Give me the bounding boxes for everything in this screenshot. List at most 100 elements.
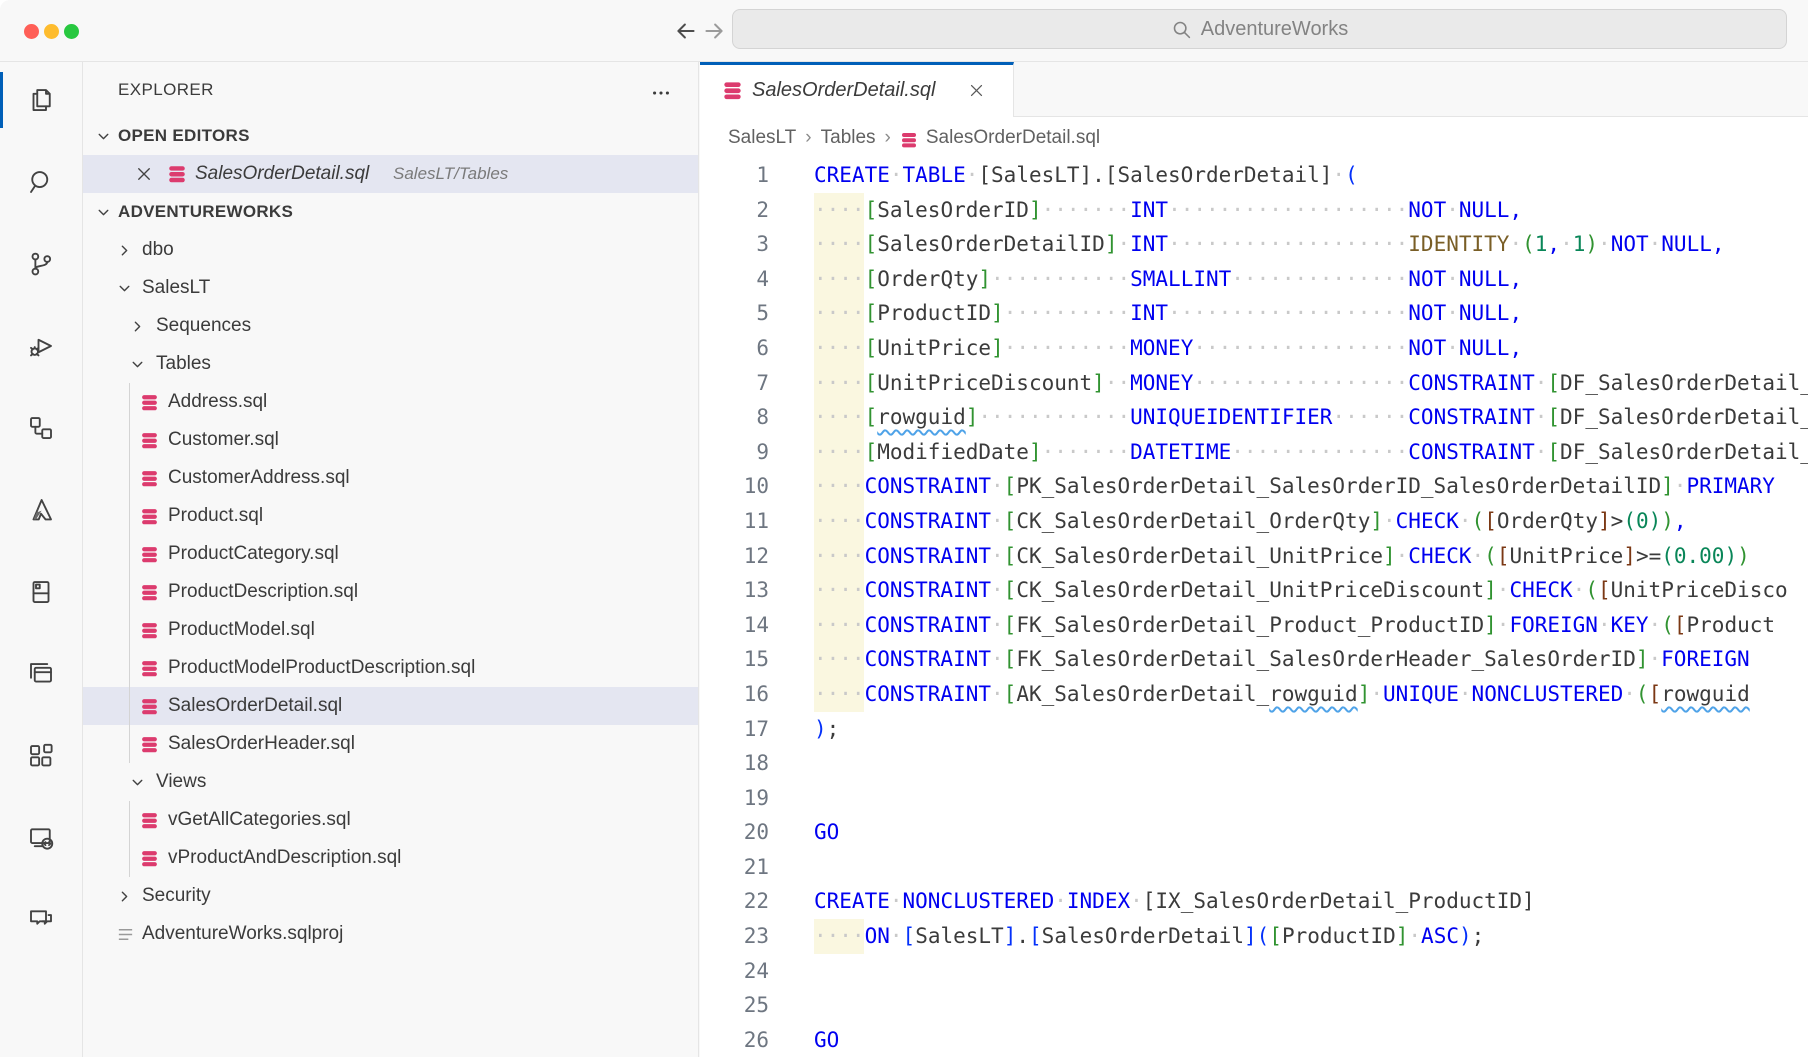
code-line-17[interactable]: 17);	[700, 712, 1808, 747]
code-line-2[interactable]: 2····[SalesOrderID]·······INT···········…	[700, 193, 1808, 228]
line-number[interactable]: 12	[700, 539, 769, 574]
section-workspace[interactable]: ADVENTUREWORKS	[83, 193, 698, 231]
code-line-25[interactable]: 25	[700, 988, 1808, 1023]
line-number[interactable]: 3	[700, 227, 769, 262]
line-number[interactable]: 5	[700, 296, 769, 331]
open-editor-item[interactable]: SalesOrderDetail.sql SalesLT/Tables	[83, 155, 698, 193]
database-projects-icon[interactable]	[0, 560, 82, 624]
line-number[interactable]: 26	[700, 1023, 769, 1057]
line-number[interactable]: 14	[700, 608, 769, 643]
line-number[interactable]: 21	[700, 850, 769, 885]
code-line-4[interactable]: 4····[OrderQty]···········SMALLINT······…	[700, 262, 1808, 297]
tree-item-vproductanddescription-sql[interactable]: vProductAndDescription.sql	[83, 839, 698, 877]
line-number[interactable]: 25	[700, 988, 769, 1023]
line-number[interactable]: 17	[700, 712, 769, 747]
tree-item-productcategory-sql[interactable]: ProductCategory.sql	[83, 535, 698, 573]
chevron-down-icon[interactable]	[116, 280, 133, 303]
tree-item-saleslt[interactable]: SalesLT	[83, 269, 698, 307]
code-line-15[interactable]: 15····CONSTRAINT·[FK_SalesOrderDetail_Sa…	[700, 642, 1808, 677]
line-number[interactable]: 11	[700, 504, 769, 539]
line-number[interactable]: 4	[700, 262, 769, 297]
line-number[interactable]: 2	[700, 193, 769, 228]
breadcrumb-item[interactable]: SalesLT	[728, 127, 796, 149]
tree-item-productmodelproductdescription-sql[interactable]: ProductModelProductDescription.sql	[83, 649, 698, 687]
back-arrow-icon[interactable]	[672, 17, 700, 45]
close-icon[interactable]	[968, 82, 985, 104]
forward-arrow-icon[interactable]	[700, 17, 728, 45]
line-number[interactable]: 10	[700, 469, 769, 504]
chevron-down-icon[interactable]	[129, 774, 146, 797]
query-windows-icon[interactable]	[0, 642, 82, 706]
code-line-23[interactable]: 23····ON·[SalesLT].[SalesOrderDetail]([P…	[700, 919, 1808, 954]
chevron-down-icon[interactable]	[95, 128, 112, 150]
line-number[interactable]: 1	[700, 158, 769, 193]
tree-item-product-sql[interactable]: Product.sql	[83, 497, 698, 535]
section-open-editors[interactable]: OPEN EDITORS	[83, 117, 698, 155]
tree-item-customer-sql[interactable]: Customer.sql	[83, 421, 698, 459]
line-number[interactable]: 22	[700, 884, 769, 919]
code-line-11[interactable]: 11····CONSTRAINT·[CK_SalesOrderDetail_Or…	[700, 504, 1808, 539]
tree-item-adventureworks-sqlproj[interactable]: AdventureWorks.sqlproj	[83, 915, 698, 953]
tree-item-salesorderdetail-sql[interactable]: SalesOrderDetail.sql	[83, 687, 698, 725]
tree-item-views[interactable]: Views	[83, 763, 698, 801]
code-line-16[interactable]: 16····CONSTRAINT·[AK_SalesOrderDetail_ro…	[700, 677, 1808, 712]
connections-icon[interactable]	[0, 396, 82, 460]
extensions-icon[interactable]	[0, 724, 82, 788]
chevron-down-icon[interactable]	[95, 204, 112, 226]
tree-item-dbo[interactable]: dbo	[83, 231, 698, 269]
chevron-right-icon[interactable]	[129, 318, 146, 341]
code-line-21[interactable]: 21	[700, 850, 1808, 885]
code-line-19[interactable]: 19	[700, 781, 1808, 816]
tree-item-tables[interactable]: Tables	[83, 345, 698, 383]
traffic-light-close[interactable]	[24, 24, 39, 39]
line-number[interactable]: 16	[700, 677, 769, 712]
run-and-debug-icon[interactable]	[0, 314, 82, 378]
explorer-icon[interactable]	[0, 68, 82, 132]
line-number[interactable]: 20	[700, 815, 769, 850]
traffic-light-minimize[interactable]	[44, 24, 59, 39]
traffic-light-maximize[interactable]	[64, 24, 79, 39]
line-number[interactable]: 18	[700, 746, 769, 781]
comments-icon[interactable]	[0, 888, 82, 952]
azure-icon[interactable]	[0, 478, 82, 542]
code-line-14[interactable]: 14····CONSTRAINT·[FK_SalesOrderDetail_Pr…	[700, 608, 1808, 643]
line-number[interactable]: 15	[700, 642, 769, 677]
code-line-10[interactable]: 10····CONSTRAINT·[PK_SalesOrderDetail_Sa…	[700, 469, 1808, 504]
code-line-20[interactable]: 20GO	[700, 815, 1808, 850]
tree-item-security[interactable]: Security	[83, 877, 698, 915]
more-actions-icon[interactable]	[650, 82, 672, 109]
breadcrumb-item[interactable]: SalesOrderDetail.sql	[926, 127, 1100, 149]
chevron-right-icon[interactable]	[116, 242, 133, 265]
code-line-22[interactable]: 22CREATE·NONCLUSTERED·INDEX·[IX_SalesOrd…	[700, 884, 1808, 919]
code-line-13[interactable]: 13····CONSTRAINT·[CK_SalesOrderDetail_Un…	[700, 573, 1808, 608]
code-line-18[interactable]: 18	[700, 746, 1808, 781]
tree-item-sequences[interactable]: Sequences	[83, 307, 698, 345]
close-icon[interactable]	[135, 165, 153, 188]
code-editor[interactable]: 1CREATE·TABLE·[SalesLT].[SalesOrderDetai…	[700, 158, 1808, 1057]
line-number[interactable]: 23	[700, 919, 769, 954]
tree-item-productdescription-sql[interactable]: ProductDescription.sql	[83, 573, 698, 611]
code-line-7[interactable]: 7····[UnitPriceDiscount]··MONEY·········…	[700, 366, 1808, 401]
line-number[interactable]: 7	[700, 366, 769, 401]
line-number[interactable]: 24	[700, 954, 769, 989]
tree-item-customeraddress-sql[interactable]: CustomerAddress.sql	[83, 459, 698, 497]
code-line-24[interactable]: 24	[700, 954, 1808, 989]
chevron-down-icon[interactable]	[129, 356, 146, 379]
code-line-9[interactable]: 9····[ModifiedDate]·······DATETIME······…	[700, 435, 1808, 470]
code-line-12[interactable]: 12····CONSTRAINT·[CK_SalesOrderDetail_Un…	[700, 539, 1808, 574]
code-line-8[interactable]: 8····[rowguid]············UNIQUEIDENTIFI…	[700, 400, 1808, 435]
tree-item-salesorderheader-sql[interactable]: SalesOrderHeader.sql	[83, 725, 698, 763]
line-number[interactable]: 13	[700, 573, 769, 608]
search-icon[interactable]	[0, 150, 82, 214]
chevron-right-icon[interactable]	[116, 888, 133, 911]
line-number[interactable]: 8	[700, 400, 769, 435]
breadcrumb-item[interactable]: Tables	[821, 127, 876, 149]
code-line-3[interactable]: 3····[SalesOrderDetailID]·INT···········…	[700, 227, 1808, 262]
code-line-1[interactable]: 1CREATE·TABLE·[SalesLT].[SalesOrderDetai…	[700, 158, 1808, 193]
command-center-search[interactable]: AdventureWorks	[732, 9, 1787, 49]
source-control-icon[interactable]	[0, 232, 82, 296]
line-number[interactable]: 9	[700, 435, 769, 470]
tree-item-productmodel-sql[interactable]: ProductModel.sql	[83, 611, 698, 649]
line-number[interactable]: 19	[700, 781, 769, 816]
tree-item-address-sql[interactable]: Address.sql	[83, 383, 698, 421]
